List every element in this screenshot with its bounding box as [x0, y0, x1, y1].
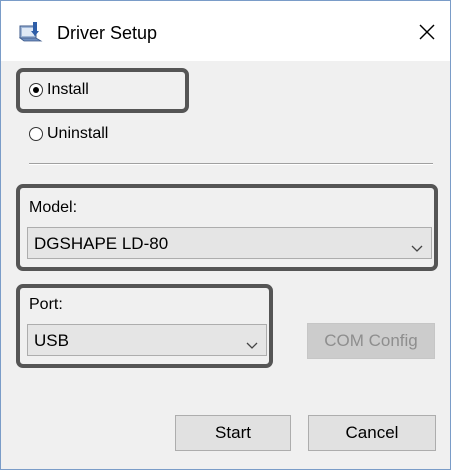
chevron-down-icon — [411, 240, 423, 258]
install-label: Install — [47, 81, 89, 98]
cancel-button[interactable]: Cancel — [308, 415, 436, 451]
separator — [29, 163, 433, 165]
install-radio[interactable] — [29, 83, 43, 97]
com-config-button[interactable]: COM Config — [307, 323, 435, 359]
model-value: DGSHAPE LD-80 — [34, 234, 169, 253]
close-icon — [419, 24, 435, 40]
model-label: Model: — [29, 199, 78, 216]
window-title: Driver Setup — [57, 23, 158, 43]
uninstall-radio-option[interactable]: Uninstall — [29, 122, 108, 146]
driver-setup-icon — [18, 21, 43, 43]
port-value: USB — [34, 331, 69, 350]
start-button[interactable]: Start — [175, 415, 291, 451]
chevron-down-icon — [246, 337, 258, 355]
port-dropdown[interactable]: USB — [27, 324, 267, 356]
close-button[interactable] — [404, 15, 450, 49]
uninstall-label: Uninstall — [47, 125, 109, 142]
driver-setup-dialog: Driver Setup Install Uninstall Model: DG… — [0, 0, 451, 470]
uninstall-radio[interactable] — [29, 127, 43, 141]
model-dropdown[interactable]: DGSHAPE LD-80 — [27, 227, 432, 259]
port-label: Port: — [29, 296, 63, 313]
title-bar: Driver Setup — [1, 1, 450, 61]
install-radio-option[interactable]: Install — [29, 78, 89, 102]
